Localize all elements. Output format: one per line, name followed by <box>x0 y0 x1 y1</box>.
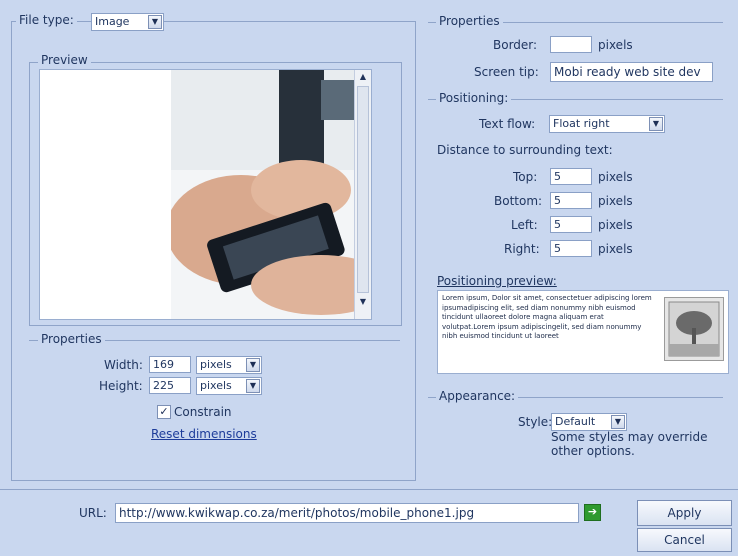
positioning-preview-box: Lorem ipsum, Dolor sit amet, consectetue… <box>437 290 729 374</box>
text-flow-label: Text flow: <box>479 117 536 131</box>
chevron-down-icon: ▼ <box>649 117 663 131</box>
appearance-legend: Appearance: <box>436 389 519 403</box>
apply-button[interactable]: Apply <box>637 500 732 526</box>
url-label: URL: <box>79 506 107 520</box>
distance-label: Distance to surrounding text: <box>437 143 613 157</box>
left-label: Left: <box>511 218 538 232</box>
file-type-value: Image <box>95 15 130 28</box>
right-unit-label: pixels <box>598 242 633 256</box>
positioning-preview-text: Lorem ipsum, Dolor sit amet, consectetue… <box>442 294 652 340</box>
screen-tip-input[interactable]: Mobi ready web site dev <box>550 62 713 82</box>
left-input[interactable]: 5 <box>550 216 592 233</box>
positioning-preview-label: Positioning preview: <box>437 274 557 288</box>
chevron-down-icon: ▼ <box>246 358 260 372</box>
checkmark-icon: ✓ <box>159 405 169 418</box>
style-label: Style: <box>518 415 553 429</box>
style-note: Some styles may override other options. <box>551 430 708 458</box>
scroll-down-arrow-icon[interactable]: ▼ <box>355 295 371 309</box>
text-flow-value: Float right <box>553 117 610 130</box>
scroll-thumb[interactable] <box>357 86 369 293</box>
file-type-label: File type: <box>19 13 74 27</box>
chevron-down-icon: ▼ <box>246 379 260 393</box>
width-label: Width: <box>104 358 143 372</box>
scroll-up-arrow-icon[interactable]: ▲ <box>355 70 371 84</box>
bottom-unit-label: pixels <box>598 194 633 208</box>
chevron-down-icon: ▼ <box>148 15 162 29</box>
url-input[interactable]: http://www.kwikwap.co.za/merit/photos/mo… <box>115 503 579 523</box>
right-input[interactable]: 5 <box>550 240 592 257</box>
image-preview-box: ▲ ▼ <box>39 69 372 320</box>
phone-photo <box>171 70 371 319</box>
constrain-checkbox[interactable]: ✓ <box>157 405 171 419</box>
height-label: Height: <box>99 379 143 393</box>
chevron-down-icon: ▼ <box>611 415 625 429</box>
file-type-legend: File type: <box>16 13 77 27</box>
border-unit-label: pixels <box>598 38 633 52</box>
positioning-legend: Positioning: <box>436 91 512 105</box>
constrain-label: Constrain <box>174 405 232 419</box>
width-unit-select[interactable]: pixels ▼ <box>196 356 262 374</box>
width-input[interactable]: 169 <box>149 356 191 373</box>
reset-dimensions-link[interactable]: Reset dimensions <box>151 427 257 441</box>
main-panel-divider <box>0 489 738 490</box>
preview-scrollbar[interactable]: ▲ ▼ <box>354 70 371 319</box>
border-input[interactable] <box>550 36 592 53</box>
bottom-input[interactable]: 5 <box>550 192 592 209</box>
left-properties-legend: Properties <box>38 332 105 346</box>
top-unit-label: pixels <box>598 170 633 184</box>
positioning-preview-image <box>664 297 724 361</box>
height-unit-value: pixels <box>200 379 232 392</box>
cancel-button[interactable]: Cancel <box>637 528 732 552</box>
width-unit-value: pixels <box>200 358 232 371</box>
style-value: Default <box>555 415 596 428</box>
top-label: Top: <box>513 170 538 184</box>
style-select[interactable]: Default ▼ <box>551 413 627 431</box>
screen-tip-label: Screen tip: <box>474 65 539 79</box>
preview-legend: Preview <box>38 53 91 67</box>
bottom-label: Bottom: <box>494 194 543 208</box>
right-properties-legend: Properties <box>436 14 503 28</box>
text-flow-select[interactable]: Float right ▼ <box>549 115 665 133</box>
left-unit-label: pixels <box>598 218 633 232</box>
file-type-select[interactable]: Image ▼ <box>91 13 164 31</box>
arrow-right-icon[interactable]: ➔ <box>584 504 601 521</box>
top-input[interactable]: 5 <box>550 168 592 185</box>
tree-icon <box>668 301 720 357</box>
right-label: Right: <box>504 242 540 256</box>
height-unit-select[interactable]: pixels ▼ <box>196 377 262 395</box>
height-input[interactable]: 225 <box>149 377 191 394</box>
border-label: Border: <box>493 38 538 52</box>
